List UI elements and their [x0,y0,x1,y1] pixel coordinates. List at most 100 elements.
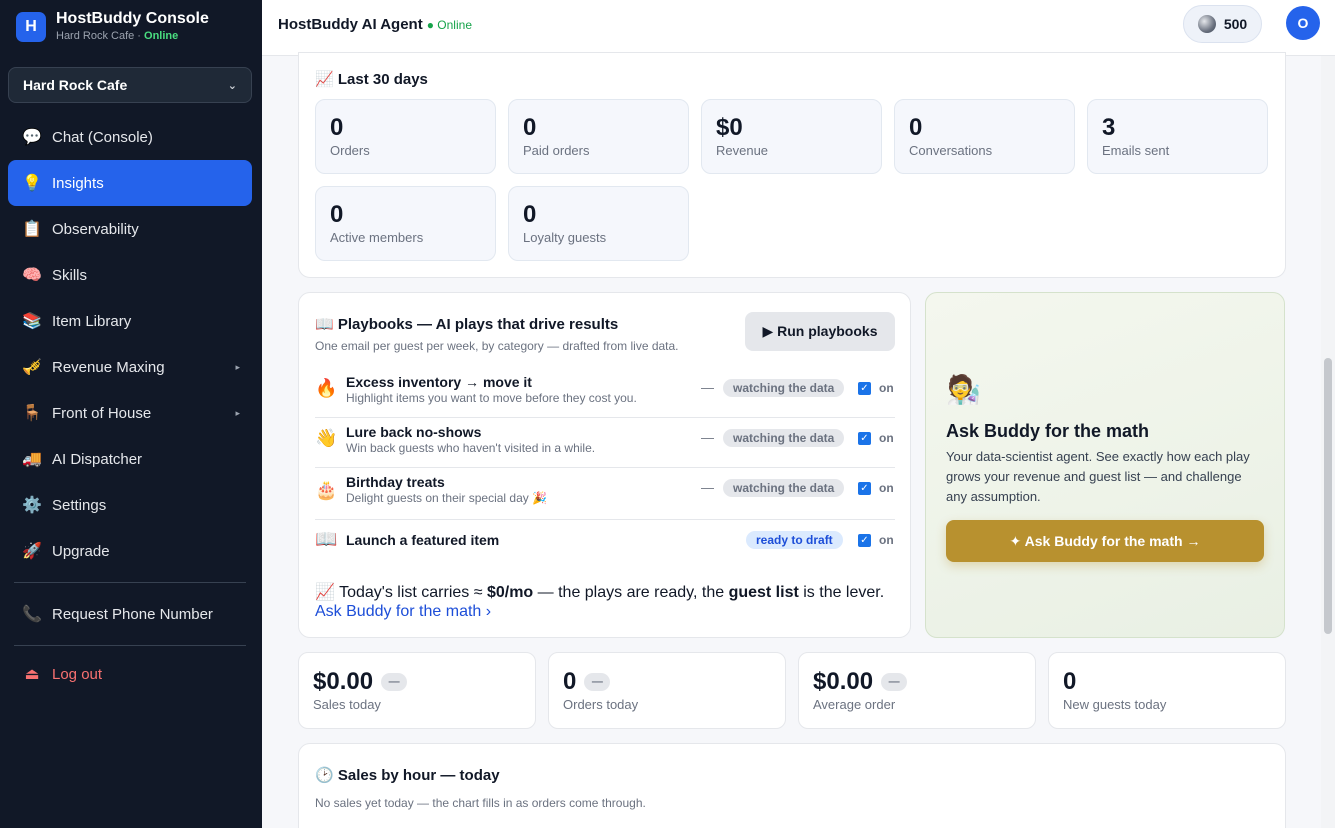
clipboard-icon: 📋 [22,221,42,238]
carry-prefix: 📈 Today's list carries ≈ [315,584,487,601]
chevron-right-icon: ▸ [235,407,240,418]
playbook-metric: — [701,430,714,445]
sidebar-item-item-library[interactable]: 📚 Item Library [8,298,252,344]
location-select[interactable]: Hard Rock Cafe ⌄ [8,67,252,103]
status-badge: ready to draft [746,531,843,549]
avatar[interactable]: O [1286,6,1320,40]
stat-label: Emails sent [1102,143,1170,158]
sidebar-item-label: Insights [52,174,104,192]
ask-buddy-card: 🧑‍🔬 Ask Buddy for the math Your data-sci… [925,292,1285,638]
sidebar-item-label: AI Dispatcher [52,450,143,468]
playbook-name: Birthday treats [346,474,445,490]
sidebar-item-insights[interactable]: 💡 Insights [8,160,252,206]
sidebar-divider [14,582,246,583]
sidebar-item-revenue-maxing[interactable]: 🎺 Revenue Maxing ▸ [8,344,252,390]
sidebar-item-label: Revenue Maxing [52,358,165,376]
playbook-metric: — [701,380,714,395]
brain-icon: 🧠 [22,267,42,284]
brand[interactable]: H HostBuddy Console Hard Rock Cafe · Onl… [16,10,209,44]
chevron-right-icon: ▸ [235,361,240,372]
playbook-row-excess-inventory: 🔥 Excess inventory → move it Highlight i… [315,368,895,418]
carry-middle: — the plays are ready, the [533,584,729,601]
ask-buddy-title: Ask Buddy for the math [946,421,1150,441]
sidebar-item-label: Request Phone Number [52,605,213,623]
sidebar-item-label: Front of House [52,404,152,422]
playbook-desc: Delight guests on their special day 🎉 [346,491,548,505]
open-book-icon: 📖 [315,529,338,549]
sidebar-item-label: Settings [52,496,107,514]
stat-label: Active members [330,230,424,245]
page-scrollbar[interactable] [1321,56,1335,828]
sidebar-item-upgrade[interactable]: 🚀 Upgrade [8,528,252,574]
brand-logo: H [16,12,46,42]
books-icon: 📚 [22,313,42,330]
sidebar-item-label: Upgrade [52,542,110,560]
agent-name: HostBuddy AI Agent [278,16,423,33]
waving-hand-icon: 👋 [315,428,338,448]
playbook-toggle-label: on [879,533,894,547]
ask-buddy-desc: Your data-scientist agent. See exactly h… [946,449,1250,504]
phone-icon: 📞 [22,606,42,623]
sidebar-item-ai-dispatcher[interactable]: 🚚 AI Dispatcher [8,436,252,482]
today-new-guests-tile: 0 New guests today [1048,652,1286,729]
today-label: Average order [813,697,896,712]
today-amount: $0.00 [813,668,874,695]
rocket-icon: 🚀 [22,543,42,560]
speech-bubble-icon: 💬 [22,129,42,146]
last-30-days-title: 📈 Last 30 days [315,71,428,88]
scrollbar-thumb[interactable] [1324,358,1332,634]
last-30-days-card: 📈 Last 30 days 0 Orders 0 Paid orders $0… [298,52,1286,278]
stat-revenue: $0 Revenue [701,99,882,174]
sidebar-item-chat[interactable]: 💬 Chat (Console) [8,114,252,160]
stat-emails-sent: 3 Emails sent [1087,99,1268,174]
today-value: $0.00 — [813,667,1021,697]
playbook-toggle-checkbox[interactable]: ✓ [858,382,871,395]
playbook-toggle-checkbox[interactable]: ✓ [858,534,871,547]
stat-value: 0 [330,114,344,141]
sidebar-item-label: Observability [52,220,139,238]
stat-label: Revenue [716,143,769,158]
sidebar-item-settings[interactable]: ⚙️ Settings [8,482,252,528]
stat-value: 0 [330,201,344,228]
sidebar-item-front-of-house[interactable]: 🪑 Front of House ▸ [8,390,252,436]
sidebar-item-label: Skills [52,266,88,284]
credits-count: 500 [1223,16,1248,32]
today-amount: 0 [563,668,577,695]
ask-buddy-link[interactable]: Ask Buddy for the math › [315,603,491,621]
agent-title: HostBuddy AI Agent ● Online [278,16,472,33]
fire-icon: 🔥 [315,378,338,398]
sales-by-hour-subtitle: No sales yet today — the chart fills in … [315,796,646,810]
sidebar-divider [14,645,246,646]
sidebar-logout-section: ⏏ Log out [8,651,252,697]
delta-badge: — [381,673,408,691]
sidebar-item-label: Item Library [52,312,132,330]
status-badge: watching the data [723,379,845,397]
playbook-row-featured-item: 📖 Launch a featured item ready to draft … [315,520,895,570]
ask-buddy-button[interactable]: ✦ Ask Buddy for the math → [946,520,1264,562]
sidebar-item-observability[interactable]: 📋 Observability [8,206,252,252]
delta-badge: — [584,673,611,691]
playbook-toggle-checkbox[interactable]: ✓ [858,482,871,495]
today-value: 0— [563,667,771,697]
delta-badge: — [881,673,908,691]
stat-value: 3 [1102,114,1116,141]
sidebar-item-skills[interactable]: 🧠 Skills [8,252,252,298]
credits-badge[interactable]: 500 [1183,5,1262,43]
playbook-toggle-checkbox[interactable]: ✓ [858,432,871,445]
playbook-metric: — [701,480,714,495]
stat-conversations: 0 Conversations [894,99,1075,174]
brand-title: HostBuddy Console [56,10,209,27]
brand-status: Online [144,30,179,42]
lightbulb-icon: 💡 [22,175,42,192]
stat-value: 0 [523,201,537,228]
brand-subtitle: Hard Rock Cafe · Online [56,28,209,44]
sidebar-phone-section: 📞 Request Phone Number [8,591,252,637]
stat-orders: 0 Orders [315,99,496,174]
location-select-value: Hard Rock Cafe [23,77,128,93]
run-playbooks-button[interactable]: ▶ Run playbooks [745,312,895,351]
playbooks-card: 📖 Playbooks — AI plays that drive result… [298,292,911,638]
logout-button[interactable]: ⏏ Log out [8,651,252,697]
sidebar-item-request-phone[interactable]: 📞 Request Phone Number [8,591,252,637]
gear-icon: ⚙️ [22,497,42,514]
stat-loyalty-guests: 0 Loyalty guests [508,186,689,261]
